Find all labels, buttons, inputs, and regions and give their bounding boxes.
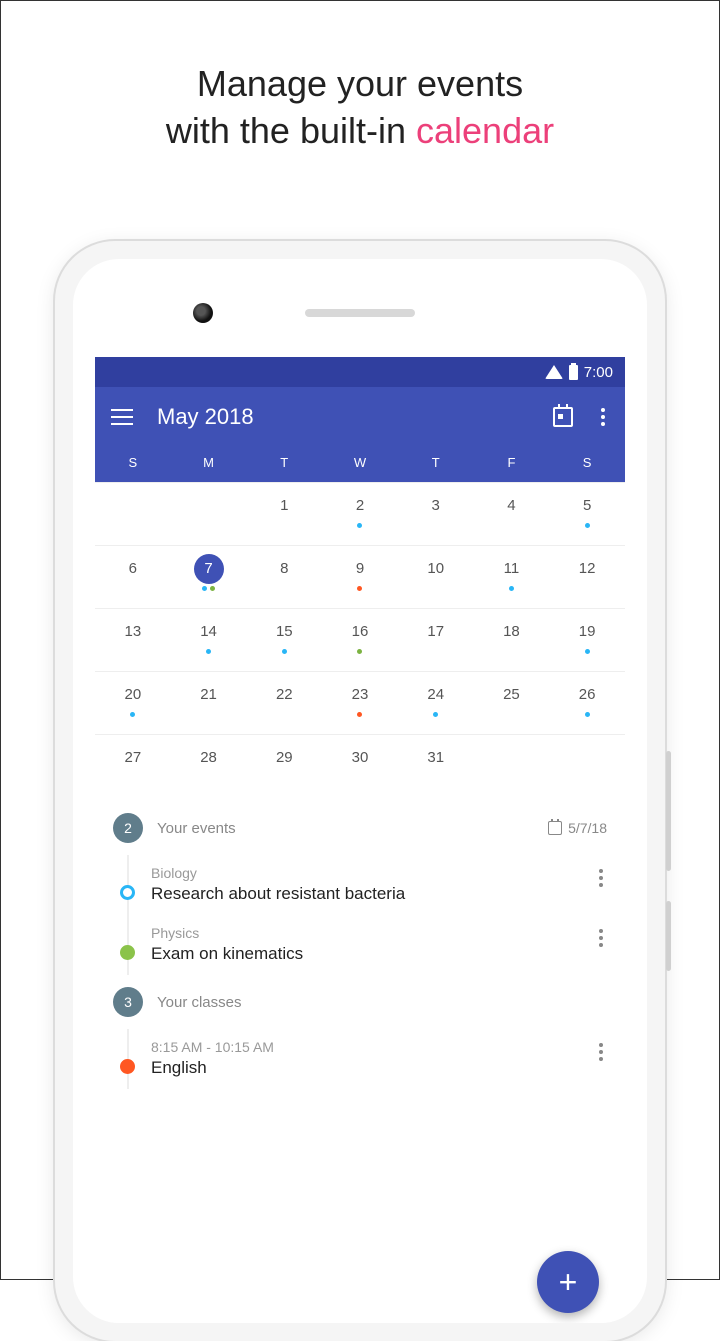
event-bullet [120, 1059, 135, 1074]
calendar-day[interactable]: 1 [246, 483, 322, 545]
weekday-label: S [549, 455, 625, 470]
calendar-grid: 1234567891011121314151617181920212223242… [95, 482, 625, 797]
agenda-item[interactable]: 8:15 AM - 10:15 AM English [129, 1029, 607, 1089]
classes-count-badge: 3 [113, 987, 143, 1017]
promo-headline: Manage your events with the built-in cal… [1, 61, 719, 155]
calendar-day[interactable]: 9 [322, 546, 398, 608]
calendar-day[interactable]: 22 [246, 672, 322, 734]
status-bar: 7:00 [95, 357, 625, 387]
event-title: Research about resistant bacteria [151, 883, 579, 905]
event-overflow-icon[interactable] [595, 1039, 607, 1065]
calendar-day[interactable]: 14 [171, 609, 247, 671]
calendar-day [549, 735, 625, 797]
weekday-header: SMTWTFS [95, 447, 625, 482]
weekday-label: W [322, 455, 398, 470]
menu-icon[interactable] [111, 409, 133, 425]
event-overline: 8:15 AM - 10:15 AM [151, 1039, 579, 1055]
classes-section-label: Your classes [157, 994, 607, 1011]
agenda: 2 Your events 5/7/18 Biology Research abo… [95, 797, 625, 1089]
calendar-small-icon [548, 821, 562, 835]
calendar-day[interactable]: 13 [95, 609, 171, 671]
calendar-day[interactable]: 31 [398, 735, 474, 797]
calendar-day[interactable]: 27 [95, 735, 171, 797]
event-title: English [151, 1057, 579, 1079]
event-overflow-icon[interactable] [595, 865, 607, 891]
calendar-day[interactable]: 15 [246, 609, 322, 671]
wifi-icon [545, 365, 563, 379]
camera-dot [193, 303, 213, 323]
calendar-day[interactable]: 8 [246, 546, 322, 608]
calendar-day[interactable]: 10 [398, 546, 474, 608]
calendar-day[interactable]: 19 [549, 609, 625, 671]
calendar-day [95, 483, 171, 545]
calendar-day[interactable]: 24 [398, 672, 474, 734]
calendar-day[interactable]: 29 [246, 735, 322, 797]
agenda-item[interactable]: Physics Exam on kinematics [129, 915, 607, 975]
calendar-day[interactable]: 11 [474, 546, 550, 608]
classes-section-header: 3 Your classes [113, 987, 607, 1017]
add-fab[interactable]: + [537, 1251, 599, 1313]
phone-frame: 7:00 May 2018 SMTWTFS 123456789101112131… [55, 241, 665, 1341]
status-time: 7:00 [584, 364, 613, 381]
agenda-item[interactable]: Biology Research about resistant bacteria [129, 855, 607, 915]
calendar-day[interactable]: 18 [474, 609, 550, 671]
today-icon[interactable] [553, 407, 573, 427]
calendar-day[interactable]: 30 [322, 735, 398, 797]
events-section-label: Your events [157, 820, 534, 837]
weekday-label: T [398, 455, 474, 470]
calendar-day[interactable]: 23 [322, 672, 398, 734]
event-bullet [120, 885, 135, 900]
calendar-day[interactable]: 12 [549, 546, 625, 608]
overflow-icon[interactable] [597, 404, 609, 430]
events-section-date: 5/7/18 [548, 820, 607, 836]
month-title[interactable]: May 2018 [157, 404, 529, 430]
event-overflow-icon[interactable] [595, 925, 607, 951]
calendar-day[interactable]: 3 [398, 483, 474, 545]
calendar-day[interactable]: 6 [95, 546, 171, 608]
calendar-day[interactable]: 21 [171, 672, 247, 734]
app-bar: May 2018 SMTWTFS [95, 387, 625, 482]
weekday-label: F [474, 455, 550, 470]
events-section-header: 2 Your events 5/7/18 [113, 813, 607, 843]
weekday-label: S [95, 455, 171, 470]
calendar-day[interactable]: 25 [474, 672, 550, 734]
event-bullet [120, 945, 135, 960]
calendar-day [171, 483, 247, 545]
event-title: Exam on kinematics [151, 943, 579, 965]
calendar-day[interactable]: 16 [322, 609, 398, 671]
calendar-day[interactable]: 5 [549, 483, 625, 545]
calendar-day[interactable]: 28 [171, 735, 247, 797]
event-overline: Biology [151, 865, 579, 881]
calendar-day[interactable]: 17 [398, 609, 474, 671]
calendar-day[interactable]: 7 [171, 546, 247, 608]
events-count-badge: 2 [113, 813, 143, 843]
calendar-day[interactable]: 26 [549, 672, 625, 734]
calendar-day[interactable]: 2 [322, 483, 398, 545]
calendar-day[interactable]: 4 [474, 483, 550, 545]
weekday-label: M [171, 455, 247, 470]
event-overline: Physics [151, 925, 579, 941]
speaker-grill [305, 309, 415, 317]
calendar-day[interactable]: 20 [95, 672, 171, 734]
calendar-day [474, 735, 550, 797]
weekday-label: T [246, 455, 322, 470]
battery-icon [569, 365, 578, 380]
